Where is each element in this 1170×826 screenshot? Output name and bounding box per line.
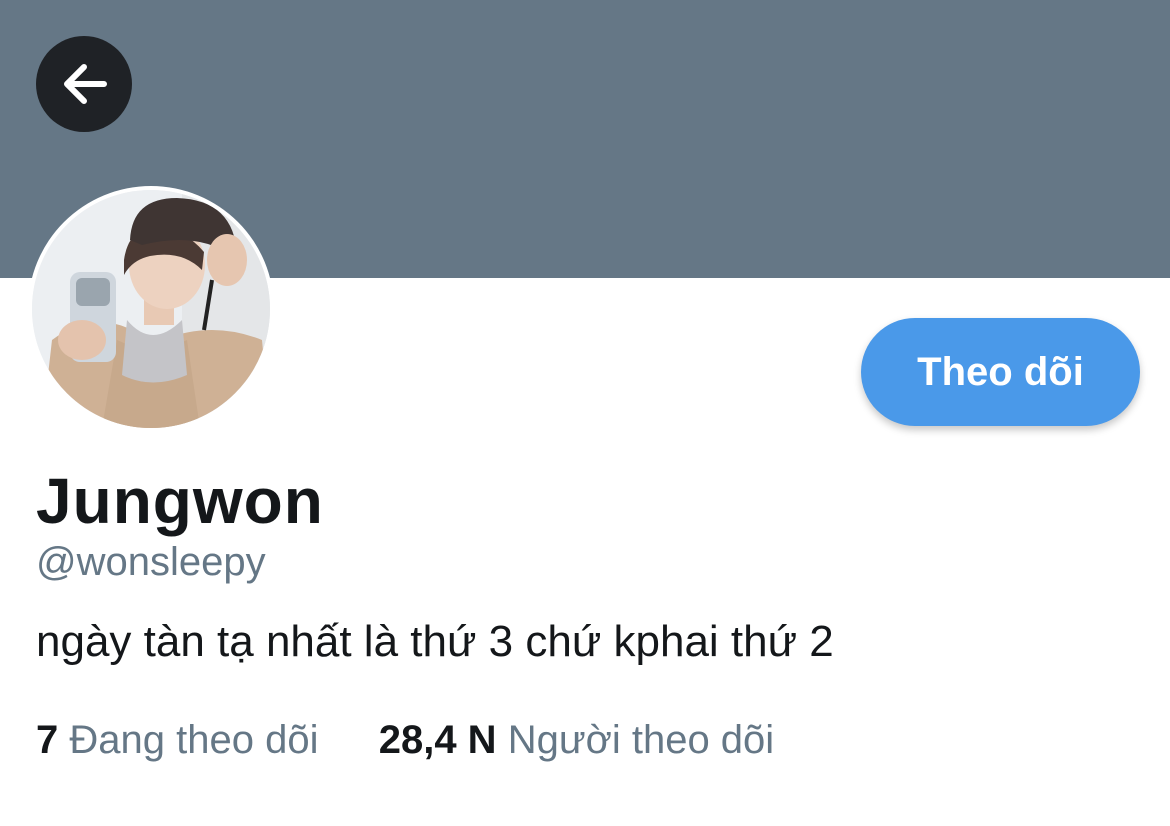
following-label: Đang theo dõi <box>69 718 319 762</box>
following-link[interactable]: 7 Đang theo dõi <box>36 718 330 762</box>
followers-count: 28,4 N <box>378 718 497 762</box>
profile-bio: ngày tàn tạ nhất là thứ 3 chứ kphai thứ … <box>36 617 834 666</box>
followers-label: Người theo dõi <box>507 718 775 762</box>
profile-stats: 7 Đang theo dõi 28,4 N Người theo dõi <box>36 718 774 763</box>
display-name: Jungwon <box>36 465 324 537</box>
followers-link[interactable]: 28,4 N Người theo dõi <box>379 718 774 762</box>
follow-button[interactable]: Theo dõi <box>861 318 1140 426</box>
following-count: 7 <box>36 718 59 762</box>
username-handle: @wonsleepy <box>36 540 266 584</box>
avatar[interactable] <box>28 186 274 432</box>
arrow-left-icon <box>64 64 107 104</box>
back-button[interactable] <box>36 36 132 132</box>
avatar-photo <box>32 190 270 428</box>
